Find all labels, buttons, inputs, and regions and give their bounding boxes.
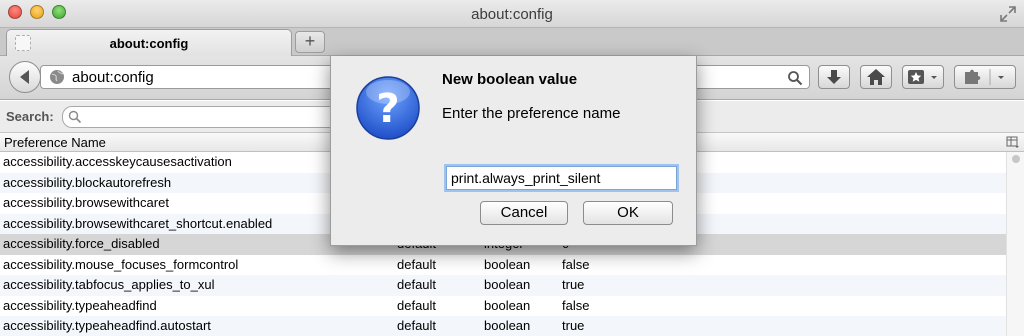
pref-name: accessibility.tabfocus_applies_to_xul <box>3 277 215 292</box>
pref-value: false <box>562 297 590 313</box>
pref-value: false <box>562 256 590 272</box>
back-button[interactable] <box>9 61 41 93</box>
pref-type: boolean <box>484 297 531 313</box>
fullscreen-icon[interactable] <box>1000 6 1016 22</box>
tab-strip: about:config + <box>0 28 1024 57</box>
pref-type: boolean <box>484 318 531 333</box>
preference-name-input[interactable]: print.always_print_silent <box>446 166 677 190</box>
pref-name: accessibility.typeaheadfind <box>3 297 157 313</box>
cancel-button[interactable]: Cancel <box>480 201 568 225</box>
url-text: about:config <box>72 69 154 86</box>
pref-name: accessibility.typeaheadfind.autostart <box>3 318 211 333</box>
table-row[interactable]: accessibility.typeaheadfind.autostart de… <box>0 316 1006 336</box>
pref-name: accessibility.browsewithcaret <box>3 195 169 210</box>
dialog-message: Enter the preference name <box>442 105 621 122</box>
pref-type: boolean <box>484 277 531 292</box>
pref-name: accessibility.blockautorefresh <box>3 174 172 190</box>
pref-name: accessibility.browsewithcaret_shortcut.e… <box>3 215 273 231</box>
new-tab-button[interactable]: + <box>295 31 325 53</box>
download-arrow-icon <box>827 70 841 84</box>
pref-status: default <box>397 256 437 272</box>
tab-about-config[interactable]: about:config <box>6 29 292 57</box>
globe-icon <box>50 70 64 84</box>
column-header-preference-name[interactable]: Preference Name <box>4 135 106 150</box>
magnifier-icon <box>68 110 82 124</box>
pref-status: default <box>397 318 437 333</box>
new-boolean-dialog: ? New boolean value Enter the preference… <box>330 56 697 246</box>
home-button[interactable] <box>860 65 892 89</box>
pref-name: accessibility.mouse_focuses_formcontrol <box>3 256 239 272</box>
pref-value: true <box>562 318 585 333</box>
pref-status: default <box>397 297 437 313</box>
pref-value: true <box>562 277 585 292</box>
tools-menu-button[interactable] <box>954 65 1016 89</box>
search-label: Search: <box>6 109 54 124</box>
back-arrow-icon <box>20 70 29 84</box>
table-row[interactable]: accessibility.mouse_focuses_formcontrol … <box>0 255 1006 276</box>
search-icon[interactable] <box>787 70 803 86</box>
search-input[interactable] <box>62 106 362 128</box>
downloads-button[interactable] <box>818 65 850 89</box>
pref-name: accessibility.force_disabled <box>3 236 160 251</box>
window-title: about:config <box>471 6 553 23</box>
title-bar: about:config <box>0 0 1024 28</box>
dialog-title: New boolean value <box>442 71 578 88</box>
table-row[interactable]: accessibility.tabfocus_applies_to_xul de… <box>0 275 1006 296</box>
pref-status: default <box>397 277 437 292</box>
question-icon: ? <box>356 76 420 140</box>
pref-type: boolean <box>484 256 531 272</box>
svg-text:?: ? <box>376 86 399 132</box>
bookmark-star-icon <box>908 70 937 84</box>
scroll-thumb[interactable] <box>1012 155 1020 163</box>
bookmarks-menu-button[interactable] <box>902 65 944 89</box>
puzzle-icon <box>965 69 1004 85</box>
tab-label: about:config <box>109 36 189 51</box>
table-row[interactable]: accessibility.typeaheadfind default bool… <box>0 296 1006 317</box>
pref-name: accessibility.accesskeycausesactivation <box>3 154 232 169</box>
home-icon <box>867 69 885 85</box>
column-picker-icon[interactable] <box>1006 135 1020 149</box>
ok-button[interactable]: OK <box>583 201 673 225</box>
vertical-scrollbar[interactable] <box>1006 152 1024 336</box>
